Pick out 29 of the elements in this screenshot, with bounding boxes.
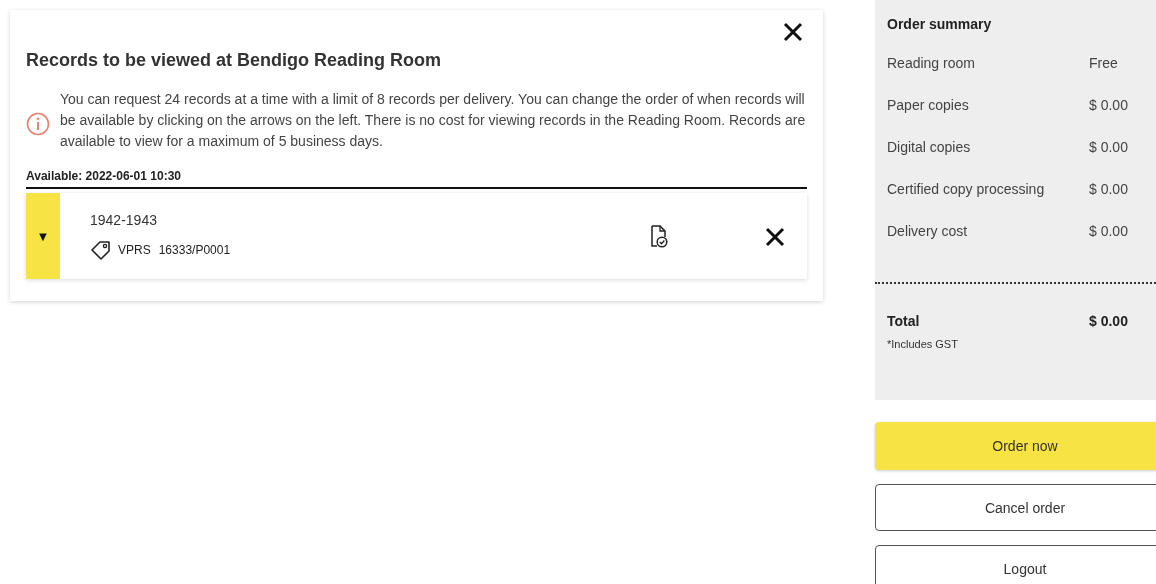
summary-value: $ 0.00	[1089, 96, 1128, 115]
summary-label: Digital copies	[887, 138, 972, 157]
summary-value: $ 0.00	[1089, 138, 1128, 157]
summary-label: Delivery cost	[887, 222, 969, 241]
panel-title: Records to be viewed at Bendigo Reading Room	[26, 50, 442, 71]
action-button[interactable]: Order now	[875, 422, 1156, 470]
remove-icon[interactable]	[765, 227, 785, 247]
info-icon	[26, 111, 50, 136]
summary-label: Reading room	[887, 54, 976, 73]
series-code: VPRS	[118, 243, 151, 257]
summary-value: Free	[1089, 54, 1118, 73]
reorder-handle[interactable]: ▼	[26, 193, 60, 279]
summary-value: $ 0.00	[1089, 180, 1128, 199]
document-check-icon[interactable]	[649, 224, 669, 248]
total-label: Total	[887, 312, 921, 331]
summary-label: Paper copies	[887, 96, 970, 115]
total-value: $ 0.00	[1089, 312, 1128, 331]
action-button[interactable]: Cancel order	[875, 484, 1156, 531]
summary-label: Certified copy processing	[887, 180, 1046, 199]
summary-value: $ 0.00	[1089, 222, 1128, 241]
gst-note: *Includes GST	[887, 338, 959, 350]
available-date: Available: 2022-06-01 10:30	[26, 169, 182, 183]
info-text: You can request 24 records at a time with a limit of 8 records per delivery. You can change the order of when records will be available by clicking on the arrows on the left. There is no cost for viewing records in the Reading Room. Records are available to view for a maximum of 5 business days.	[60, 90, 807, 151]
summary-title: Order summary	[887, 16, 993, 32]
tag-icon	[90, 240, 112, 260]
close-icon[interactable]	[783, 22, 803, 42]
record-reference: 16333/P0001	[158, 243, 231, 257]
action-button[interactable]: Logout	[875, 545, 1156, 584]
record-dates: 1942-1943	[90, 212, 158, 228]
